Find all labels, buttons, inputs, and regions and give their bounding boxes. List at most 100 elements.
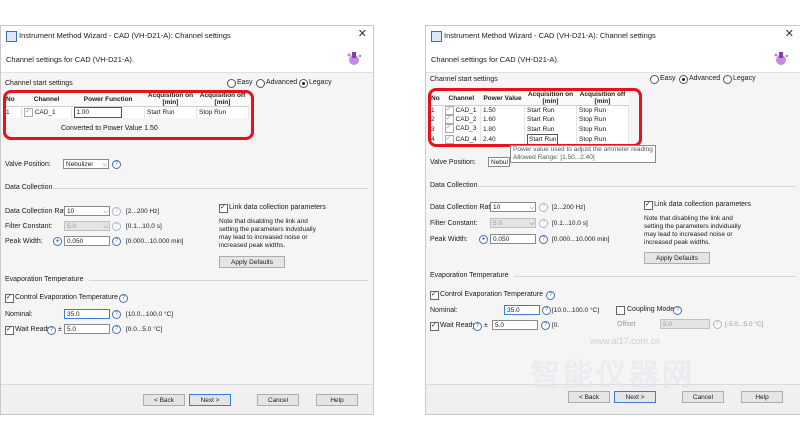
note-line: increased peak widths.: [644, 239, 711, 246]
help-icon[interactable]: ?: [473, 322, 482, 331]
note-line: may lead to increased noise or: [644, 231, 733, 238]
info-icon[interactable]: ●: [479, 235, 488, 244]
help-icon[interactable]: ?: [119, 294, 128, 303]
left-control-evap-label: Control Evaporation Temperature: [15, 294, 118, 301]
right-valve-label: Valve Position:: [430, 159, 476, 166]
divider: [89, 280, 368, 281]
chevron-down-icon: ⌵: [529, 205, 534, 211]
divider: [514, 276, 796, 277]
left-wait-ready-checkbox[interactable]: [5, 325, 14, 335]
chevron-down-icon: ⌵: [529, 221, 534, 227]
left-button-bar: < Back Next > Cancel Help: [1, 384, 373, 414]
left-wait-input[interactable]: 5.0: [64, 324, 110, 334]
help-icon[interactable]: ?: [112, 222, 121, 231]
right-data-collection-label: Data Collection: [430, 182, 478, 189]
help-icon[interactable]: ?: [539, 219, 548, 228]
help-icon[interactable]: ?: [542, 306, 551, 315]
filter-value: 5.0: [493, 220, 503, 227]
right-wait-ready-checkbox[interactable]: [430, 321, 439, 331]
help-icon[interactable]: ?: [539, 235, 548, 244]
right-filter-select[interactable]: 5.0 ⌵: [490, 218, 536, 228]
right-peak-input[interactable]: 0.050: [490, 234, 536, 244]
left-radio-easy[interactable]: [227, 79, 236, 88]
help-icon[interactable]: ?: [112, 237, 121, 246]
watermark-text: 智能仪器网: [530, 358, 695, 393]
right-control-evap-checkbox[interactable]: [430, 290, 439, 300]
left-link-checkbox[interactable]: [219, 203, 228, 213]
left-link-label: Link data collection parameters: [229, 204, 326, 211]
left-highlight-box: [3, 90, 254, 140]
right-header-text: Channel settings for CAD (VH-D21-A).: [431, 55, 559, 64]
right-link-label: Link data collection parameters: [654, 201, 751, 208]
left-back-button[interactable]: < Back: [143, 394, 185, 406]
help-icon[interactable]: ?: [541, 321, 550, 330]
close-icon[interactable]: ✕: [785, 29, 794, 40]
filter-value: 5.0: [67, 223, 77, 230]
left-cancel-button[interactable]: Cancel: [257, 394, 299, 406]
left-filter-select[interactable]: 5.0 ⌵: [64, 221, 110, 231]
help-icon[interactable]: ?: [546, 291, 555, 300]
divider: [478, 186, 796, 187]
app-icon: [6, 31, 17, 42]
left-radio-legacy[interactable]: [299, 79, 308, 88]
left-control-evap-checkbox[interactable]: [5, 293, 14, 303]
note-line: increased peak widths.: [219, 242, 286, 249]
help-icon[interactable]: ?: [112, 160, 121, 169]
tooltip-line: Power value used to adjust the ammeter r…: [513, 146, 653, 153]
left-note-text: Note that disabling the link and setting…: [219, 218, 316, 250]
wizard-icon: [347, 52, 362, 65]
right-window-title: Instrument Method Wizard - CAD (VH-D21-A…: [444, 31, 656, 40]
left-rate-label: Data Collection Rate:: [5, 208, 72, 215]
left-nominal-range: [10.0...100.0 °C]: [126, 311, 174, 318]
right-wait-input[interactable]: 5.0: [492, 320, 538, 330]
note-line: setting the parameters indvidually: [644, 223, 741, 230]
right-radio-advanced-label: Advanced: [689, 75, 721, 82]
left-filter-label: Filter Constant:: [5, 223, 53, 230]
left-apply-defaults-button[interactable]: Apply Defaults: [219, 256, 285, 268]
right-radio-legacy[interactable]: [723, 75, 732, 84]
left-next-button[interactable]: Next >: [189, 394, 231, 406]
chevron-down-icon: ⌵: [103, 209, 108, 215]
help-icon[interactable]: ?: [112, 207, 121, 216]
right-rate-select[interactable]: 10 ⌵: [490, 202, 536, 212]
right-rate-label: Data Collection Rate:: [430, 204, 497, 211]
info-icon[interactable]: ●: [53, 237, 62, 246]
right-header-band: Channel settings for CAD (VH-D21-A).: [426, 46, 800, 73]
help-icon[interactable]: ?: [112, 310, 121, 319]
right-wait-range: [0.: [552, 322, 560, 329]
right-radio-easy[interactable]: [650, 75, 659, 84]
right-plusminus: ±: [484, 322, 488, 329]
left-header-text: Channel settings for CAD (VH-D21-A).: [6, 55, 134, 64]
right-help-button[interactable]: Help: [741, 391, 783, 403]
left-wait-ready-label: Wait Ready: [15, 326, 51, 333]
help-icon[interactable]: ?: [112, 325, 121, 334]
left-nominal-input[interactable]: 35.0: [64, 309, 110, 319]
wizard-icon: [774, 52, 789, 65]
left-valve-select[interactable]: Nebulizer ⌵: [63, 159, 109, 169]
note-line: may lead to increased noise or: [219, 234, 308, 241]
rate-value: 10: [493, 204, 501, 211]
right-offset-input[interactable]: 5.0: [660, 319, 710, 329]
right-radio-advanced[interactable]: [679, 75, 688, 84]
right-apply-defaults-button[interactable]: Apply Defaults: [644, 252, 710, 264]
right-valve-select[interactable]: Nebul: [488, 157, 510, 167]
left-radio-advanced[interactable]: [256, 79, 265, 88]
right-highlight-box: [428, 88, 642, 147]
help-icon[interactable]: ?: [539, 203, 548, 212]
right-evap-label: Evaporation Temperature: [430, 272, 509, 279]
help-icon[interactable]: ?: [47, 326, 56, 335]
right-link-checkbox[interactable]: [644, 200, 653, 210]
close-icon[interactable]: ✕: [358, 29, 367, 40]
left-peak-input[interactable]: 0.050: [64, 236, 110, 246]
note-line: Note that disabling the link and: [644, 215, 733, 222]
help-icon[interactable]: ?: [713, 320, 722, 329]
left-rate-range: [2...200 Hz]: [126, 208, 160, 215]
right-coupling-checkbox[interactable]: [616, 306, 625, 315]
left-help-button[interactable]: Help: [316, 394, 358, 406]
tooltip-line: Allowed Range: [1.50...2.40]: [513, 154, 595, 161]
right-peak-label: Peak Width:: [430, 236, 468, 243]
right-nominal-input[interactable]: 35.0: [504, 305, 540, 315]
help-icon[interactable]: ?: [673, 306, 682, 315]
right-offset-range: [-5.0...5.0 °C]: [725, 321, 764, 328]
left-rate-select[interactable]: 10 ⌵: [64, 206, 110, 216]
